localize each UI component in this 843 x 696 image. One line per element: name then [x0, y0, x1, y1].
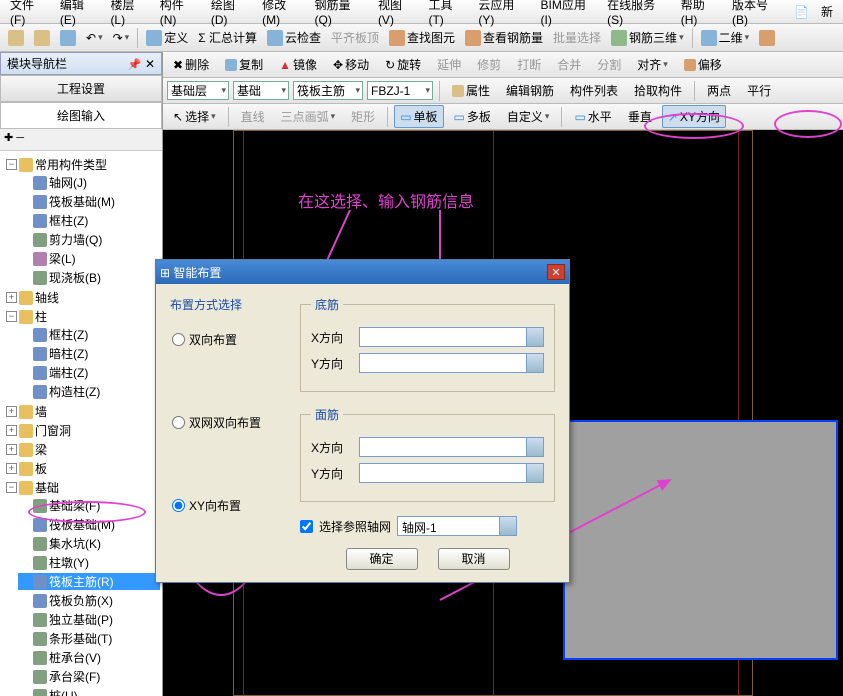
rotate-button[interactable]: ↻旋转 [379, 53, 427, 76]
top-bar-fieldset: 面筋 X方向 Y方向 [300, 406, 555, 502]
new-button[interactable] [4, 28, 28, 48]
dialog-close-button[interactable]: ✕ [547, 264, 565, 280]
trim-button[interactable]: 修剪 [471, 53, 507, 76]
menu-rebar[interactable]: 钢筋量(Q) [309, 0, 372, 27]
ref-axis-combo[interactable]: 轴网-1 [397, 516, 517, 536]
menu-version[interactable]: 版本号(B) [726, 0, 788, 27]
component-list-button[interactable]: 构件列表 [564, 79, 624, 102]
break-button[interactable]: 打断 [511, 53, 547, 76]
dialog-titlebar[interactable]: ⊞ 智能布置 ✕ [156, 260, 569, 284]
menu-online[interactable]: 在线服务(S) [601, 0, 675, 27]
menu-new[interactable]: 新 [815, 3, 839, 20]
multi-board-button[interactable]: ▭多板 [448, 105, 497, 128]
sidebar-close-icon[interactable]: ✕ [145, 57, 155, 71]
select-button[interactable]: ↖选择▾ [167, 105, 222, 128]
menu-bim[interactable]: BIM应用(I) [534, 0, 601, 27]
rect-button[interactable]: 矩形 [345, 105, 381, 128]
sidebar: 模块导航栏 📌 ✕ 工程设置 绘图输入 ✚ ─ −常用构件类型 轴网(J) 筏板… [0, 52, 163, 696]
menu-bar: 文件(F) 编辑(E) 楼层(L) 构件(N) 绘图(D) 修改(M) 钢筋量(… [0, 0, 843, 24]
horizontal-button[interactable]: ▭水平 [568, 105, 617, 128]
sidebar-toolbar: ✚ ─ [0, 129, 162, 151]
top-x-combo[interactable] [359, 437, 544, 457]
more-button[interactable] [755, 28, 779, 48]
ref-axis-checkbox[interactable] [300, 520, 313, 533]
toolbar-main: ↶▾ ↷▾ 定义 Σ 汇总计算 云检查 平齐板顶 查找图元 查看钢筋量 批量选择… [0, 24, 843, 52]
menu-file[interactable]: 文件(F) [4, 0, 54, 27]
sum-button[interactable]: Σ 汇总计算 [194, 27, 261, 48]
pick-component-button[interactable]: 拾取构件 [628, 79, 688, 102]
redo-button[interactable]: ↷▾ [109, 29, 134, 47]
tab-project-settings[interactable]: 工程设置 [0, 75, 162, 102]
menu-tool[interactable]: 工具(T) [422, 0, 472, 27]
save-button[interactable] [56, 28, 80, 48]
copy-button[interactable]: 复制 [219, 53, 269, 76]
bottom-x-combo[interactable] [359, 327, 544, 347]
smart-layout-dialog: ⊞ 智能布置 ✕ 布置方式选择 双向布置 双网双向布置 XY向布置 底筋 X方向… [155, 259, 570, 583]
undo-button[interactable]: ↶▾ [82, 29, 107, 47]
view-rebar-button[interactable]: 查看钢筋量 [461, 27, 547, 48]
floor-combo[interactable]: 基础层 [167, 81, 229, 100]
view-2d-button[interactable]: 二维▾ [697, 27, 754, 48]
menu-edit[interactable]: 编辑(E) [54, 0, 105, 27]
component-tree[interactable]: −常用构件类型 轴网(J) 筏板基础(M) 框柱(Z) 剪力墙(Q) 梁(L) … [0, 151, 162, 696]
annotation-text: 在这选择、输入钢筋信息 [298, 188, 474, 212]
flat-button[interactable]: 平齐板顶 [327, 27, 383, 48]
menu-help[interactable]: 帮助(H) [675, 0, 726, 27]
tree-item-raft-main-bar[interactable]: 筏板主筋(R) [18, 573, 160, 590]
delete-button[interactable]: ✖删除 [167, 53, 215, 76]
batch-select-button[interactable]: 批量选择 [549, 27, 605, 48]
offset-button[interactable]: 偏移 [678, 53, 728, 76]
single-board-button[interactable]: ▭单板 [394, 105, 443, 128]
menu-component[interactable]: 构件(N) [154, 0, 205, 27]
split-button[interactable]: 分割 [591, 53, 627, 76]
custom-button[interactable]: 自定义▾ [501, 105, 556, 128]
top-y-combo[interactable] [359, 463, 544, 483]
pin-icon[interactable]: 📌 [128, 59, 142, 71]
menu-draw[interactable]: 绘图(D) [205, 0, 256, 27]
dialog-icon: ⊞ [160, 266, 170, 280]
layout-legend: 布置方式选择 [170, 296, 290, 313]
menu-cloud[interactable]: 云应用(Y) [472, 0, 534, 27]
radio-xy[interactable]: XY向布置 [170, 489, 290, 522]
ok-button[interactable]: 确定 [346, 548, 418, 570]
rebar-3d-button[interactable]: 钢筋三维▾ [607, 27, 688, 48]
bottom-y-combo[interactable] [359, 353, 544, 373]
toolbar-modify: ✖删除 复制 ▲镜像 ✥移动 ↻旋转 延伸 修剪 打断 合并 分割 对齐▾ 偏移 [163, 52, 843, 78]
move-button[interactable]: ✥移动 [327, 53, 375, 76]
extend-button[interactable]: 延伸 [431, 53, 467, 76]
category-combo[interactable]: 基础 [233, 81, 289, 100]
mirror-button[interactable]: ▲镜像 [273, 53, 323, 76]
toolbar-context: 基础层 基础 筏板主筋 FBZJ-1 属性 编辑钢筋 构件列表 拾取构件 两点 … [163, 78, 843, 104]
cancel-button[interactable]: 取消 [438, 548, 510, 570]
bottom-bar-fieldset: 底筋 X方向 Y方向 [300, 296, 555, 392]
define-button[interactable]: 定义 [142, 27, 192, 48]
radio-bidirectional[interactable]: 双向布置 [170, 323, 290, 356]
align-button[interactable]: 对齐▾ [631, 53, 674, 76]
selection-rect [563, 420, 838, 660]
radio-double-net[interactable]: 双网双向布置 [170, 406, 290, 439]
line-button[interactable]: 直线 [235, 105, 271, 128]
edit-rebar-button[interactable]: 编辑钢筋 [500, 79, 560, 102]
menu-modify[interactable]: 修改(M) [256, 0, 308, 27]
type-combo[interactable]: 筏板主筋 [293, 81, 363, 100]
parallel-button[interactable]: 平行 [741, 79, 777, 102]
arc-button[interactable]: 三点画弧▾ [275, 105, 342, 128]
cloud-check-button[interactable]: 云检查 [263, 27, 325, 48]
merge-button[interactable]: 合并 [551, 53, 587, 76]
menu-floor[interactable]: 楼层(L) [104, 0, 153, 27]
find-element-button[interactable]: 查找图元 [385, 27, 459, 48]
toolbar-draw: ↖选择▾ 直线 三点画弧▾ 矩形 ▭单板 ▭多板 自定义▾ ▭水平 垂直 ↗XY… [163, 104, 843, 130]
vertical-button[interactable]: 垂直 [622, 105, 658, 128]
menu-view[interactable]: 视图(V) [372, 0, 423, 27]
two-point-button[interactable]: 两点 [701, 79, 737, 102]
tab-draw-input[interactable]: 绘图输入 [0, 102, 162, 129]
xy-direction-button[interactable]: ↗XY方向 [662, 105, 726, 128]
sidebar-title: 模块导航栏 📌 ✕ [0, 52, 162, 75]
instance-combo[interactable]: FBZJ-1 [367, 81, 433, 100]
attr-button[interactable]: 属性 [446, 79, 496, 102]
open-button[interactable] [30, 28, 54, 48]
